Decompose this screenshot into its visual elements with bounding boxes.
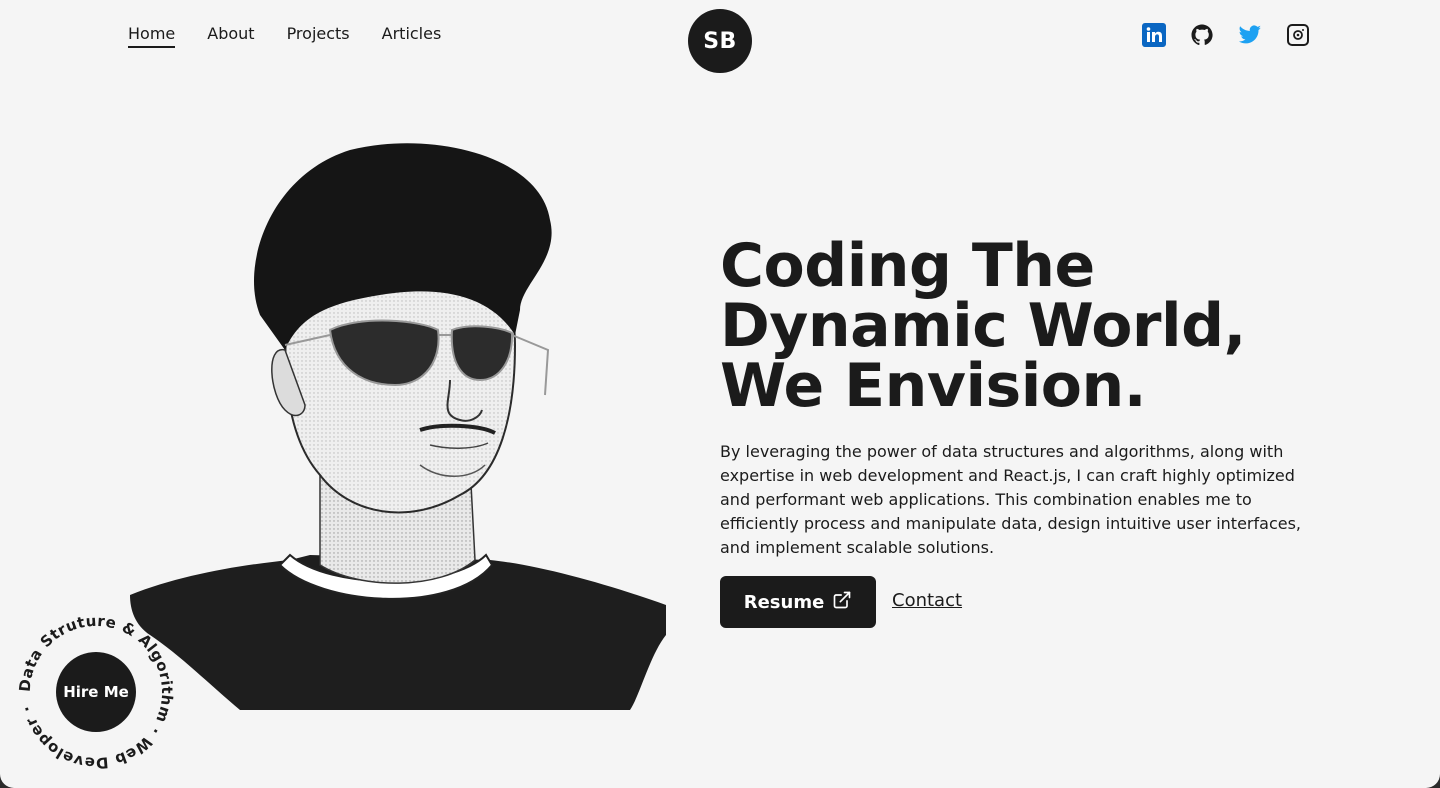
- headline-line-1: Coding The: [720, 231, 1095, 301]
- resume-label: Resume: [743, 591, 825, 613]
- hero-description: By leveraging the power of data structur…: [720, 442, 1301, 557]
- external-link-icon: [832, 590, 852, 615]
- github-icon[interactable]: [1190, 23, 1214, 47]
- twitter-icon[interactable]: [1238, 23, 1262, 47]
- nav-articles[interactable]: Articles: [382, 24, 442, 48]
- linkedin-icon[interactable]: [1142, 23, 1166, 47]
- hire-me-badge[interactable]: Data Struture & Algorithm · Web Develope…: [16, 612, 176, 772]
- contact-link[interactable]: Contact: [892, 590, 962, 611]
- profile-portrait: [130, 143, 666, 710]
- hire-me-button[interactable]: Hire Me: [56, 652, 136, 732]
- nav-projects[interactable]: Projects: [287, 24, 350, 48]
- headline-line-3: We Envision.: [720, 351, 1147, 421]
- hero-headline: Coding The Dynamic World, We Envision.: [720, 236, 1420, 416]
- nav-home[interactable]: Home: [128, 24, 176, 48]
- resume-button[interactable]: Resume: [720, 576, 876, 628]
- headline-line-2: Dynamic World,: [720, 291, 1246, 361]
- logo[interactable]: SB: [688, 9, 752, 73]
- social-links: [1142, 23, 1310, 47]
- main-nav: Home About Projects Articles: [128, 24, 441, 48]
- nav-about[interactable]: About: [207, 24, 254, 48]
- page: Home About Projects Articles SB Coding T…: [0, 0, 1440, 788]
- dribbble-icon[interactable]: [1286, 23, 1310, 47]
